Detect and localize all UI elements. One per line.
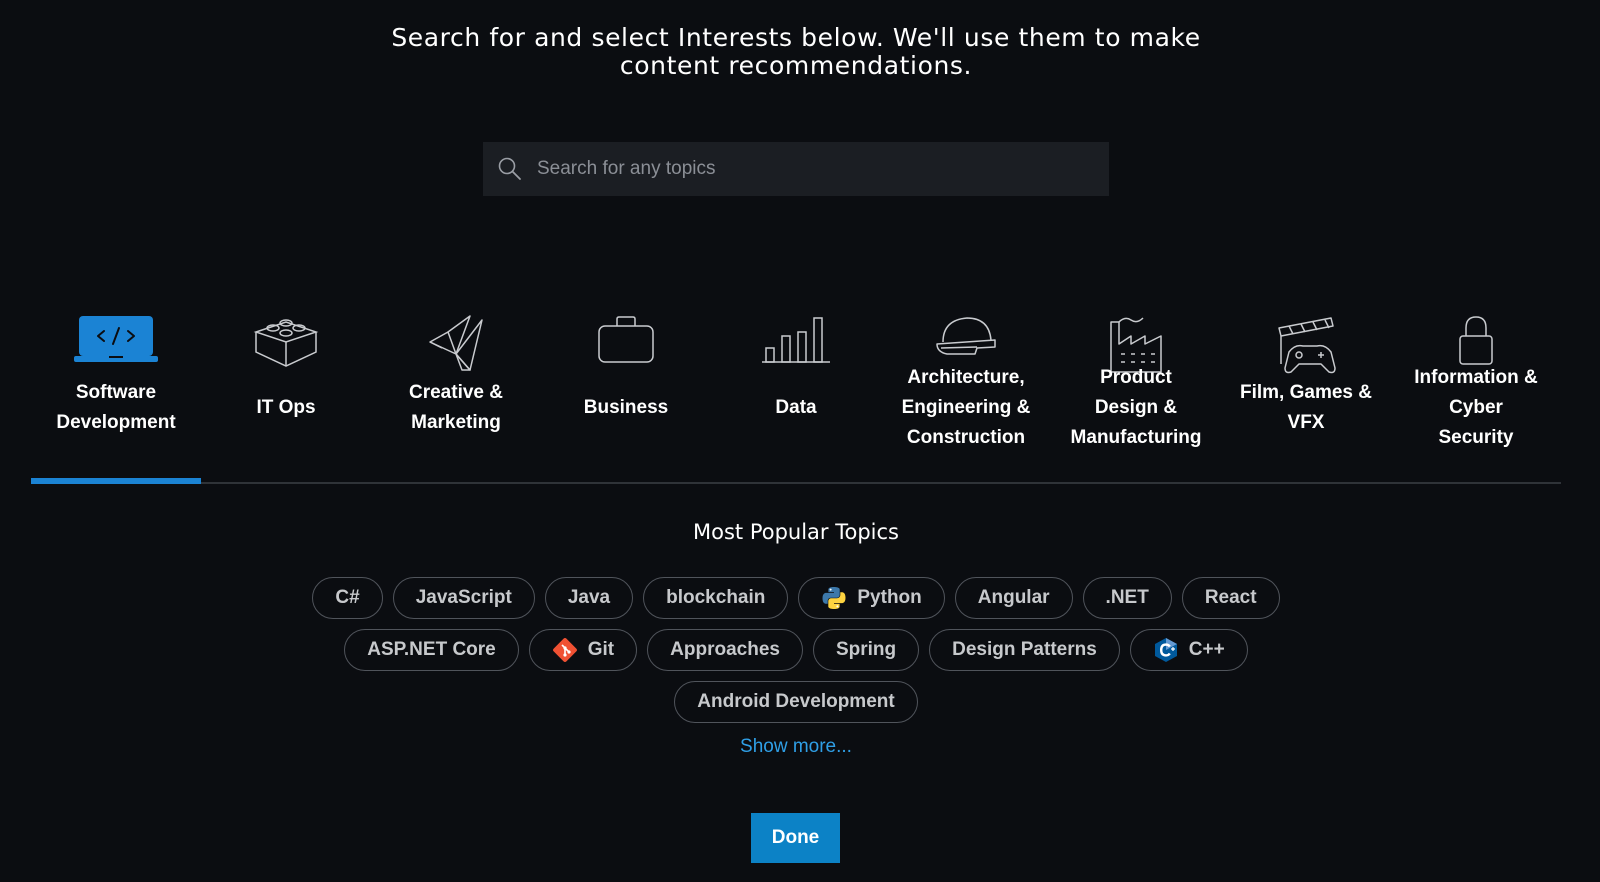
topic-chip[interactable]: React — [1181, 577, 1280, 619]
topic-chip[interactable]: Java — [544, 577, 634, 619]
category-label-line: Marketing — [411, 412, 501, 433]
topic-chip[interactable]: Python — [798, 577, 945, 619]
topic-chip[interactable]: C++ — [1129, 629, 1248, 671]
topic-chip-label: Java — [567, 587, 611, 608]
search-icon — [495, 154, 525, 184]
category-tab-4[interactable]: Business — [541, 300, 711, 482]
category-label-line: Information & — [1414, 367, 1538, 388]
category-label: Creative & Marketing — [371, 378, 541, 438]
topic-chip[interactable]: Approaches — [647, 629, 803, 671]
category-tab-5[interactable]: Data — [711, 300, 881, 482]
category-label-line: Design & — [1094, 397, 1178, 418]
clapper-gamepad-icon — [1221, 314, 1391, 376]
category-tab-9[interactable]: Information & Cyber Security — [1391, 300, 1561, 482]
category-label: Architecture, Engineering & Construction — [881, 363, 1051, 453]
topic-chip-label: Angular — [977, 587, 1050, 608]
topic-chip-row: C# JavaScript Java blockchain Python Angular.… — [0, 577, 1592, 619]
category-tab-2[interactable]: IT Ops — [201, 300, 371, 482]
topic-chip-label: Approaches — [670, 639, 780, 660]
category-label-line: IT Ops — [256, 397, 316, 418]
topic-chip-label: JavaScript — [415, 587, 512, 608]
topic-chip-label: C++ — [1188, 639, 1225, 660]
category-tab-1[interactable]: Software Development — [31, 300, 201, 484]
category-label-line: Manufacturing — [1070, 427, 1202, 448]
topic-chip-label: .NET — [1105, 587, 1149, 608]
briefcase-icon — [541, 314, 711, 376]
category-label-line: Data — [775, 397, 817, 418]
topic-chip[interactable]: Spring — [812, 629, 920, 671]
category-label: Business — [541, 393, 711, 423]
topic-chip-label: ASP.NET Core — [367, 639, 496, 660]
topic-chip-label: C# — [335, 587, 360, 608]
category-label-line: VFX — [1287, 412, 1325, 433]
topic-chip-label: Git — [587, 639, 615, 660]
category-label-line: Engineering & — [901, 397, 1031, 418]
topic-chip[interactable]: C# — [312, 577, 383, 619]
topic-chip-row: Android Development — [0, 681, 1592, 723]
origami-bird-icon — [371, 314, 541, 376]
category-label: Film, Games & VFX — [1221, 378, 1391, 438]
category-label: Software Development — [31, 378, 201, 438]
topic-chip-label: blockchain — [666, 587, 766, 608]
category-label-line: Development — [56, 412, 176, 433]
server-brick-icon — [201, 314, 371, 376]
intro-line-2: content recommendations. — [619, 51, 973, 80]
python-logo-icon — [821, 585, 847, 611]
category-label: IT Ops — [201, 393, 371, 423]
category-label-line: Software — [75, 382, 157, 403]
category-label-line: Film, Games & — [1240, 382, 1372, 403]
category-tab-6[interactable]: Architecture, Engineering & Construction — [881, 300, 1051, 482]
category-label-line: Construction — [906, 427, 1026, 448]
topic-chip[interactable]: JavaScript — [392, 577, 535, 619]
topic-chip[interactable]: Angular — [954, 577, 1073, 619]
search-input[interactable] — [535, 141, 1109, 197]
laptop-code-icon — [31, 314, 201, 376]
git-logo-icon — [552, 637, 578, 663]
category-tabs: Software Development IT Ops Creative & Marke… — [31, 300, 1561, 484]
category-label: Product Design & Manufacturing — [1051, 363, 1221, 453]
topic-chip[interactable]: ASP.NET Core — [344, 629, 519, 671]
cpp-logo-icon — [1153, 637, 1179, 663]
topic-chip-label: Python — [857, 587, 922, 608]
category-label-line: Business — [583, 397, 669, 418]
topic-chip[interactable]: Git — [528, 629, 638, 671]
category-label-line: Product — [1100, 367, 1172, 388]
topic-chip-label: Spring — [835, 639, 897, 660]
bar-chart-icon — [711, 314, 881, 376]
topic-chip-row: ASP.NET Core Git Approaches Spring Design Pa… — [0, 629, 1592, 671]
topic-chip-label: Android Development — [697, 691, 895, 712]
topic-chip[interactable]: Android Development — [674, 681, 918, 723]
intro-text: Search for and select Interests below. W… — [0, 24, 1592, 80]
category-label-line: Architecture, — [907, 367, 1025, 388]
category-label: Information & Cyber Security — [1391, 363, 1561, 453]
popular-topics-title: Most Popular Topics — [693, 520, 899, 544]
category-tab-3[interactable]: Creative & Marketing — [371, 300, 541, 482]
category-label-line: Security — [1438, 427, 1514, 448]
show-more-link[interactable]: Show more... — [0, 736, 1592, 758]
topic-chip-label: React — [1204, 587, 1257, 608]
category-label: Data — [711, 393, 881, 423]
topic-chip-label: Design Patterns — [952, 639, 1097, 660]
search-box[interactable] — [483, 141, 1109, 197]
category-tab-8[interactable]: Film, Games & VFX — [1221, 300, 1391, 482]
done-button[interactable]: Done — [751, 813, 840, 863]
topic-chip[interactable]: blockchain — [643, 577, 789, 619]
topic-chip[interactable]: Design Patterns — [929, 629, 1120, 671]
intro-line-1: Search for and select Interests below. W… — [391, 23, 1201, 52]
category-label-line: Cyber — [1449, 397, 1503, 418]
topic-chip[interactable]: .NET — [1082, 577, 1172, 619]
category-tab-7[interactable]: Product Design & Manufacturing — [1051, 300, 1221, 482]
category-label-line: Creative & — [409, 382, 503, 403]
